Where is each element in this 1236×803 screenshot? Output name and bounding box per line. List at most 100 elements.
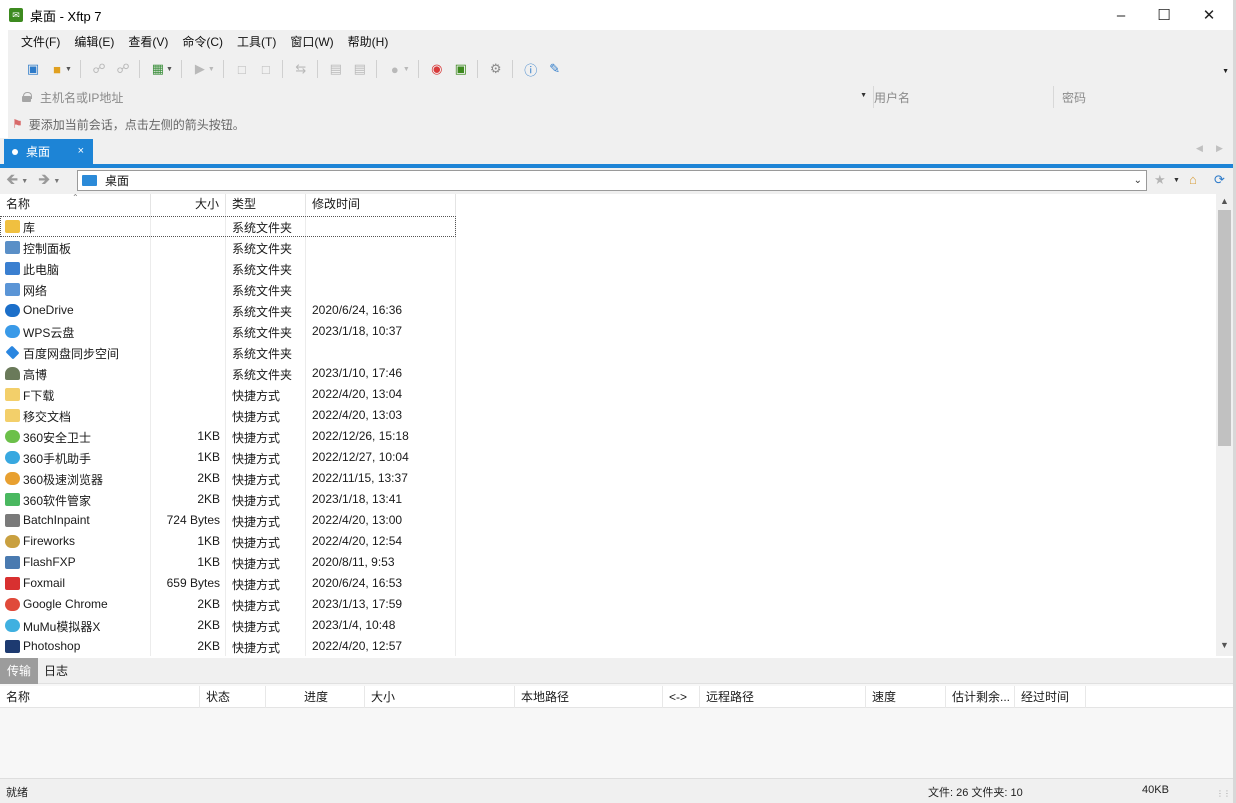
- transfer-col-elapsed[interactable]: 经过时间: [1015, 686, 1086, 708]
- chat-icon[interactable]: ✎: [544, 58, 566, 80]
- file-name: 高博: [23, 368, 48, 382]
- encoding-dropdown-icon[interactable]: ▼: [403, 66, 410, 73]
- menu-help[interactable]: 帮助(H): [341, 30, 396, 55]
- forward-arrow-icon[interactable]: 🡺: [38, 169, 50, 194]
- file-row[interactable]: Photoshop 2KB 快捷方式 2022/4/20, 12:57: [0, 636, 456, 656]
- path-dropdown-icon[interactable]: ⌄: [1134, 175, 1142, 186]
- file-row[interactable]: 360软件管家 2KB 快捷方式 2023/1/18, 13:41: [0, 489, 456, 510]
- file-row[interactable]: 网络 系统文件夹: [0, 279, 456, 300]
- menu-window[interactable]: 窗口(W): [283, 30, 340, 55]
- file-type: 系统文件夹: [232, 221, 293, 235]
- toolbar-separator: [511, 60, 513, 78]
- tab-status-dot-icon: [12, 148, 18, 155]
- file-row[interactable]: 移交文档 快捷方式 2022/4/20, 13:03: [0, 405, 456, 426]
- add-session-flag-icon[interactable]: ⚑: [12, 117, 23, 131]
- minimize-button[interactable]: –: [1098, 0, 1144, 30]
- help-icon[interactable]: ⓘ: [520, 58, 542, 80]
- file-row[interactable]: 360安全卫士 1KB 快捷方式 2022/12/26, 15:18: [0, 426, 456, 447]
- menu-tools[interactable]: 工具(T): [230, 30, 283, 55]
- file-row[interactable]: FlashFXP 1KB 快捷方式 2020/8/11, 9:53: [0, 552, 456, 573]
- scroll-up-icon[interactable]: ▲: [1220, 196, 1229, 206]
- menu-view[interactable]: 查看(V): [121, 30, 175, 55]
- menu-edit[interactable]: 编辑(E): [67, 30, 121, 55]
- file-row[interactable]: F下载 快捷方式 2022/4/20, 13:04: [0, 384, 456, 405]
- tab-close-icon[interactable]: ×: [78, 145, 84, 157]
- host-input[interactable]: 主机名或IP地址 ▼: [16, 86, 874, 108]
- file-type: 快捷方式: [232, 557, 281, 571]
- file-row[interactable]: 360手机助手 1KB 快捷方式 2022/12/27, 10:04: [0, 447, 456, 468]
- transfer-col-size[interactable]: 大小: [365, 686, 515, 708]
- toolbar-overflow-icon[interactable]: ▼: [1222, 68, 1229, 75]
- resize-grip-icon[interactable]: ⋮⋮: [1216, 789, 1231, 798]
- tab-prev-icon[interactable]: ◀: [1196, 143, 1203, 154]
- file-row[interactable]: WPS云盘 系统文件夹 2023/1/18, 10:37: [0, 321, 456, 342]
- menu-file[interactable]: 文件(F): [14, 30, 67, 55]
- file-row[interactable]: 控制面板 系统文件夹: [0, 237, 456, 258]
- disconnect-icon[interactable]: ☍: [112, 58, 134, 80]
- transfer-col-remote-path[interactable]: 远程路径: [700, 686, 866, 708]
- column-header-size[interactable]: 大小: [151, 194, 226, 214]
- file-row[interactable]: MuMu模拟器X 2KB 快捷方式 2023/1/4, 10:48: [0, 615, 456, 636]
- password-input[interactable]: 密码: [1054, 86, 1232, 108]
- file-row[interactable]: BatchInpaint 724 Bytes 快捷方式 2022/4/20, 13:0…: [0, 510, 456, 531]
- close-button[interactable]: ✕: [1186, 0, 1232, 30]
- home-folder-icon[interactable]: ⌂: [1189, 172, 1197, 187]
- connect-icon[interactable]: ☍: [88, 58, 110, 80]
- favorite-star-icon[interactable]: ★: [1154, 172, 1166, 188]
- column-header-modified[interactable]: 修改时间: [306, 194, 456, 214]
- transfer-col-local-path[interactable]: 本地路径: [515, 686, 663, 708]
- print-icon[interactable]: ▤: [325, 58, 347, 80]
- properties-icon[interactable]: □: [231, 58, 253, 80]
- copy-path-icon[interactable]: □: [255, 58, 277, 80]
- vertical-scrollbar[interactable]: ▲ ▼: [1216, 194, 1233, 656]
- transfer-col-speed[interactable]: 速度: [866, 686, 946, 708]
- tab-transfer[interactable]: 传输: [0, 658, 39, 684]
- forward-dropdown-icon[interactable]: ▼: [53, 178, 60, 185]
- column-header-type[interactable]: 类型: [226, 194, 306, 214]
- compare-icon[interactable]: ▤: [349, 58, 371, 80]
- file-row[interactable]: 百度网盘同步空间 系统文件夹: [0, 342, 456, 363]
- scrollbar-thumb[interactable]: [1218, 210, 1231, 446]
- favorite-dropdown-icon[interactable]: ▼: [1173, 177, 1180, 184]
- file-row[interactable]: Google Chrome 2KB 快捷方式 2023/1/13, 17:59: [0, 594, 456, 615]
- transfer-panel: 传输 日志 名称 状态 进度 大小 本地路径 <-> 远程路径 速度 估计剩余.…: [0, 658, 1236, 778]
- maximize-button[interactable]: ☐: [1141, 0, 1187, 30]
- path-input[interactable]: 桌面 ⌄: [77, 170, 1147, 191]
- baidu-netdisk-icon: [5, 345, 20, 360]
- transfer-col-status[interactable]: 状态: [200, 686, 266, 708]
- transfer-col-progress[interactable]: 进度: [266, 686, 365, 708]
- column-header-name[interactable]: 名称 ⌃: [0, 194, 151, 214]
- xftp-green-icon[interactable]: ▣: [450, 58, 472, 80]
- 360-browser-icon: [5, 472, 20, 485]
- transfer-dropdown-icon[interactable]: ▼: [208, 66, 215, 73]
- transfer-col-name[interactable]: 名称: [0, 686, 200, 708]
- file-size: 724 Bytes: [166, 513, 220, 527]
- scroll-down-icon[interactable]: ▼: [1220, 640, 1229, 650]
- transfer-col-eta[interactable]: 估计剩余...: [946, 686, 1015, 708]
- tab-desktop[interactable]: 桌面 ×: [4, 139, 93, 164]
- file-size: 2KB: [197, 492, 220, 506]
- gear-icon[interactable]: ⚙: [485, 58, 507, 80]
- sync-icon[interactable]: ⇆: [290, 58, 312, 80]
- new-tab-dropdown-icon[interactable]: ▼: [166, 66, 173, 73]
- tab-next-icon[interactable]: ▶: [1216, 143, 1223, 154]
- menu-command[interactable]: 命令(C): [175, 30, 230, 55]
- new-session-icon[interactable]: ▣: [22, 58, 44, 80]
- file-row[interactable]: 库 系统文件夹: [0, 216, 456, 237]
- open-dropdown-icon[interactable]: ▼: [65, 66, 72, 73]
- tab-log[interactable]: 日志: [37, 658, 75, 684]
- back-dropdown-icon[interactable]: ▼: [21, 178, 28, 185]
- xshell-icon[interactable]: ◉: [426, 58, 448, 80]
- back-arrow-icon[interactable]: 🡸: [6, 169, 18, 194]
- transfer-col-direction[interactable]: <->: [663, 686, 700, 708]
- file-row[interactable]: 此电脑 系统文件夹: [0, 258, 456, 279]
- toolbar-separator: [316, 60, 318, 78]
- refresh-icon[interactable]: ⟳: [1214, 172, 1225, 188]
- file-row[interactable]: Foxmail 659 Bytes 快捷方式 2020/6/24, 16:53: [0, 573, 456, 594]
- file-type: 快捷方式: [232, 620, 281, 634]
- file-row[interactable]: OneDrive 系统文件夹 2020/6/24, 16:36: [0, 300, 456, 321]
- file-row[interactable]: 360极速浏览器 2KB 快捷方式 2022/11/15, 13:37: [0, 468, 456, 489]
- file-row[interactable]: Fireworks 1KB 快捷方式 2022/4/20, 12:54: [0, 531, 456, 552]
- username-input[interactable]: 用户名: [866, 86, 1054, 108]
- file-row[interactable]: 高博 系统文件夹 2023/1/10, 17:46: [0, 363, 456, 384]
